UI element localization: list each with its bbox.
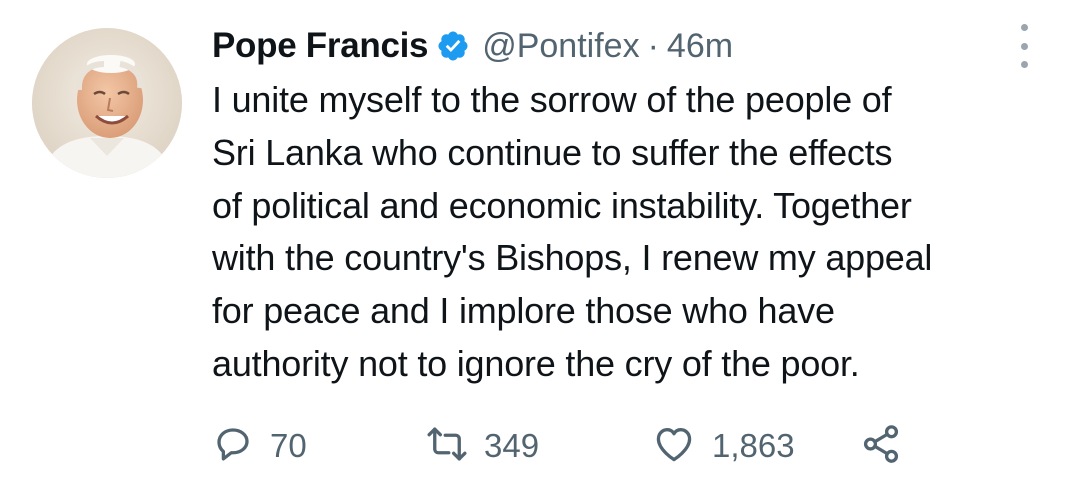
share-icon — [860, 423, 902, 470]
tweet-header: Pope Francis @Pontifex · 46m — [212, 22, 733, 70]
tweet[interactable]: Pope Francis @Pontifex · 46m I unite mys… — [0, 0, 1080, 488]
tweet-text-line: I unite myself to the sorrow of the peop… — [212, 79, 892, 120]
reply-icon — [212, 423, 254, 470]
tweet-timestamp[interactable]: 46m — [667, 27, 733, 66]
more-dot — [1020, 24, 1028, 31]
tweet-actions: 70 349 1,863 — [212, 420, 1032, 472]
tweet-text-line: authority not to ignore the cry of the p… — [212, 342, 860, 384]
tweet-text-line: Sri Lanka who continue to suffer the eff… — [212, 131, 893, 173]
retweet-icon — [426, 423, 468, 470]
more-vertical-icon[interactable] — [1012, 24, 1036, 68]
tweet-text-line: of political and economic instability. T… — [212, 184, 912, 226]
avatar-image — [32, 28, 182, 178]
more-dot — [1020, 42, 1028, 50]
retweet-count: 349 — [484, 427, 540, 464]
reply-button[interactable]: 70 — [212, 420, 307, 472]
author-handle[interactable]: @Pontifex — [482, 27, 639, 66]
avatar[interactable] — [32, 28, 182, 178]
more-dot — [1020, 61, 1028, 68]
reply-count: 70 — [270, 427, 307, 464]
tweet-text-line: for peace and I implore those who have — [212, 290, 835, 332]
heart-icon — [652, 422, 696, 471]
share-button[interactable] — [860, 420, 902, 472]
verified-badge-icon — [436, 29, 470, 63]
tweet-text-line: with the country's Bishops, I renew my a… — [212, 237, 933, 279]
separator-dot: · — [647, 26, 659, 65]
like-button[interactable]: 1,863 — [652, 420, 795, 472]
author-display-name[interactable]: Pope Francis — [212, 26, 429, 66]
retweet-button[interactable]: 349 — [426, 420, 539, 472]
tweet-text: I unite myself to the sorrow of the peop… — [212, 74, 1052, 391]
like-count: 1,863 — [712, 427, 795, 464]
